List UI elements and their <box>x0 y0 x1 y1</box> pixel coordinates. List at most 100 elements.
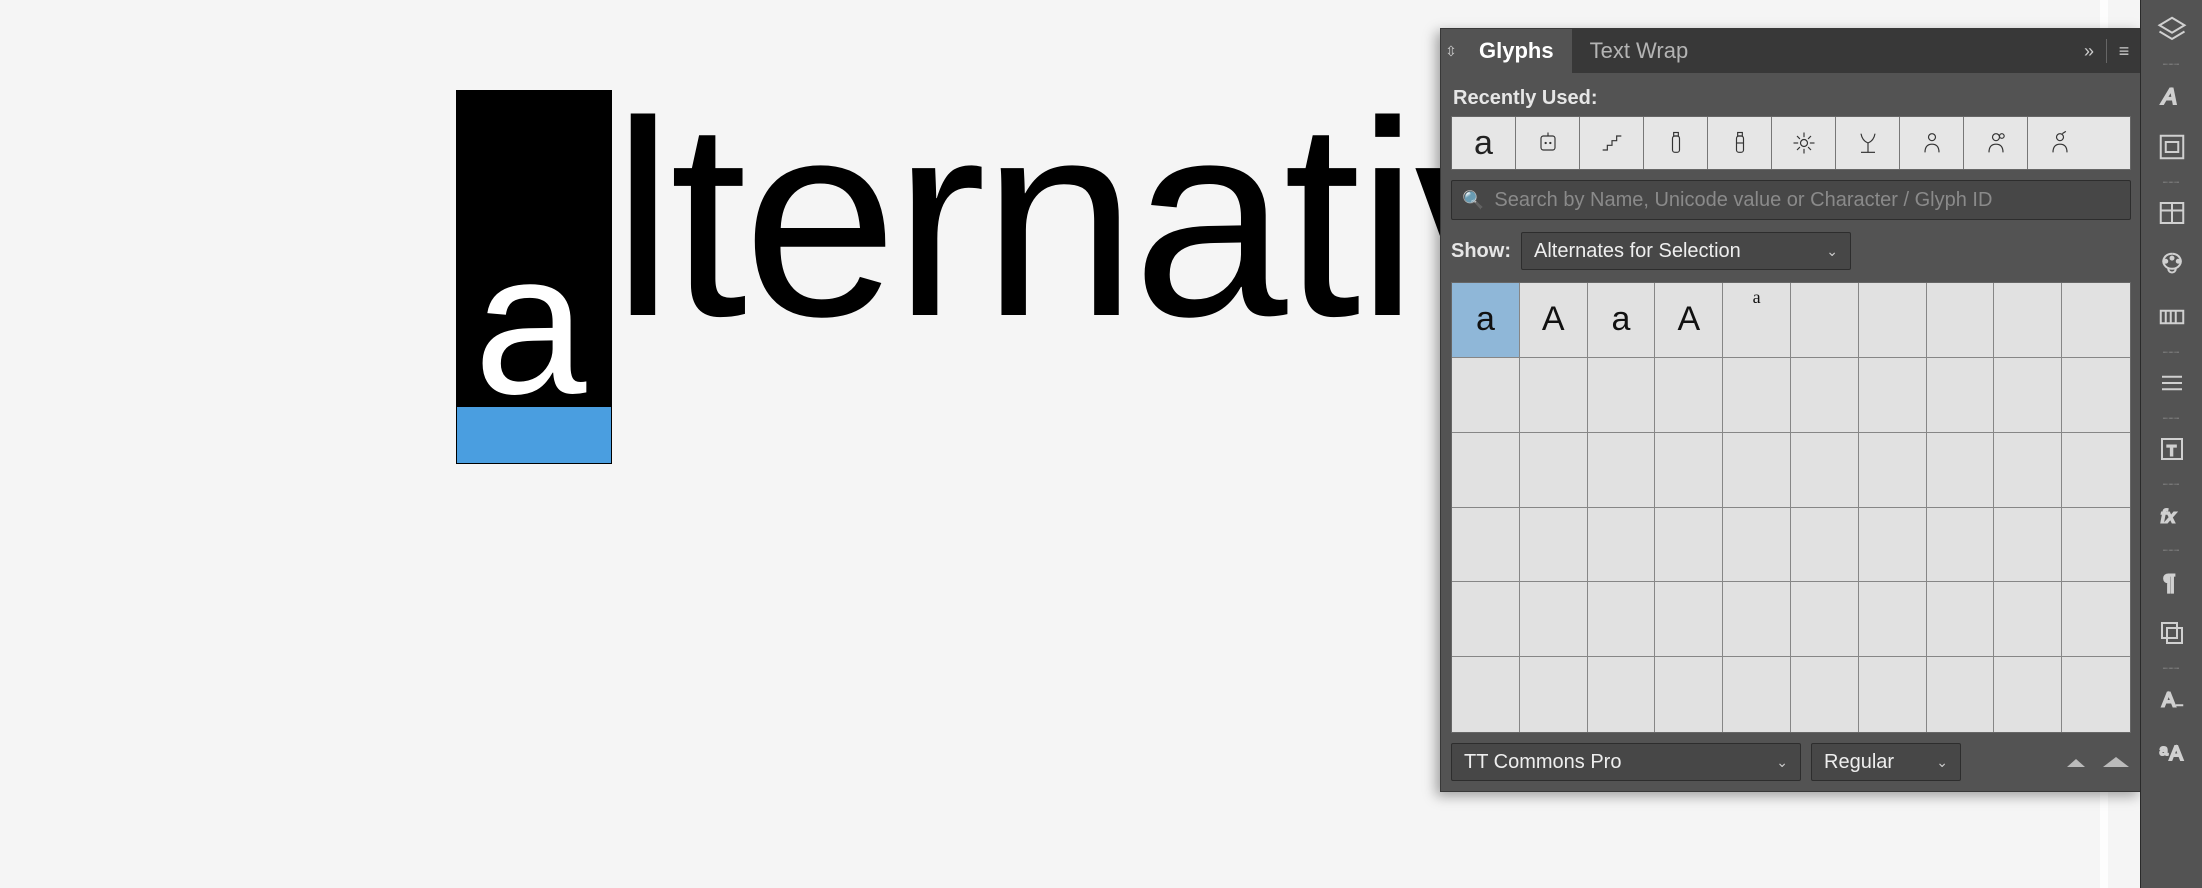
glyph-cell[interactable]: a <box>1723 283 1791 358</box>
text-frame-icon[interactable]: T <box>2147 424 2197 474</box>
panel-drag-handle-icon[interactable]: ⇳ <box>1441 29 1461 73</box>
text-object-main[interactable]: lternativ <box>612 80 1549 358</box>
glyph-cell[interactable] <box>1859 582 1927 657</box>
wrap-icon[interactable] <box>2147 122 2197 172</box>
glyph-cell[interactable]: A <box>1655 283 1723 358</box>
glyph-cell[interactable] <box>1452 582 1520 657</box>
recent-glyph-stairs-icon[interactable] <box>1580 117 1644 169</box>
glyph-cell[interactable] <box>1994 433 2062 508</box>
glyph-cell[interactable] <box>1723 433 1791 508</box>
collapse-panel-icon[interactable]: » <box>2072 29 2106 73</box>
glyph-cell[interactable]: a <box>1588 283 1656 358</box>
lines-icon[interactable] <box>2147 358 2197 408</box>
glyph-cell[interactable] <box>1520 508 1588 583</box>
glyph-cell[interactable] <box>1520 657 1588 732</box>
character-a-icon[interactable]: A <box>2147 70 2197 120</box>
glyph-cell[interactable] <box>1927 358 1995 433</box>
glyph-cell[interactable] <box>1520 582 1588 657</box>
layers-icon[interactable] <box>2147 4 2197 54</box>
glyph-cell[interactable] <box>1588 433 1656 508</box>
glyph-cell[interactable] <box>1791 582 1859 657</box>
glyph-cell[interactable] <box>1927 433 1995 508</box>
tab-glyphs[interactable]: Glyphs <box>1461 29 1572 73</box>
object-states-icon[interactable] <box>2147 608 2197 658</box>
svg-text:a: a <box>2159 742 2168 759</box>
glyph-cell[interactable] <box>1791 433 1859 508</box>
glyph-cell[interactable] <box>1588 657 1656 732</box>
glyph-cell[interactable] <box>1927 582 1995 657</box>
show-label: Show: <box>1451 240 1511 263</box>
recent-glyph-person2-icon[interactable] <box>1964 117 2028 169</box>
panel-menu-icon[interactable]: ≡ <box>2107 29 2141 73</box>
glyph-cell[interactable] <box>1791 508 1859 583</box>
glyph-cell[interactable] <box>1655 582 1723 657</box>
glyph-cell[interactable] <box>1520 358 1588 433</box>
glyph-cell[interactable] <box>2062 358 2130 433</box>
show-dropdown[interactable]: Alternates for Selection ⌄ <box>1521 232 1851 270</box>
recent-glyph-bottle-icon[interactable] <box>1644 117 1708 169</box>
tab-text-wrap[interactable]: Text Wrap <box>1572 29 1707 73</box>
zoom-in-icon[interactable] <box>2101 755 2131 769</box>
gradient-icon[interactable] <box>2147 292 2197 342</box>
glyph-cell[interactable] <box>1655 657 1723 732</box>
glyph-cell[interactable]: a <box>1452 283 1520 358</box>
char-style-icon[interactable]: A <box>2147 674 2197 724</box>
glyph-cell[interactable] <box>1994 283 2062 358</box>
glyph-cell[interactable] <box>1791 283 1859 358</box>
glyph-cell[interactable] <box>1791 358 1859 433</box>
glyph-cell[interactable] <box>1859 358 1927 433</box>
glyph-cell[interactable] <box>1723 657 1791 732</box>
glyph-cell[interactable] <box>1655 433 1723 508</box>
glyph-cell[interactable] <box>1723 508 1791 583</box>
glyph-cell[interactable] <box>1452 433 1520 508</box>
glyph-cell[interactable] <box>1994 358 2062 433</box>
zoom-out-icon[interactable] <box>2061 755 2091 769</box>
font-family-dropdown[interactable]: TT Commons Pro ⌄ <box>1451 743 1801 781</box>
glyph-cell[interactable] <box>1588 508 1656 583</box>
glyph-cell[interactable] <box>2062 433 2130 508</box>
glyph-cell[interactable] <box>1588 358 1656 433</box>
glyph-cell[interactable] <box>1994 657 2062 732</box>
glyph-cell[interactable] <box>1927 657 1995 732</box>
recent-glyph-robot-icon[interactable] <box>1516 117 1580 169</box>
para-style-icon[interactable]: aA <box>2147 726 2197 776</box>
glyph-cell[interactable] <box>1655 358 1723 433</box>
glyph-cell[interactable] <box>1859 433 1927 508</box>
glyph-cell[interactable] <box>1927 508 1995 583</box>
glyph-cell[interactable]: A <box>1520 283 1588 358</box>
tables-icon[interactable] <box>2147 188 2197 238</box>
font-style-dropdown[interactable]: Regular ⌄ <box>1811 743 1961 781</box>
glyph-cell[interactable] <box>1452 657 1520 732</box>
glyph-cell[interactable] <box>2062 657 2130 732</box>
recent-glyph-burst-icon[interactable] <box>1772 117 1836 169</box>
svg-text:fx: fx <box>2160 506 2175 527</box>
glyph-cell[interactable] <box>1723 358 1791 433</box>
glyphs-panel-body: Recently Used: a <box>1441 73 2141 791</box>
recent-glyph-a[interactable]: a <box>1452 117 1516 169</box>
glyph-cell[interactable] <box>1655 508 1723 583</box>
glyph-cell[interactable] <box>1520 433 1588 508</box>
recent-glyph-person3-icon[interactable] <box>2028 117 2092 169</box>
glyph-cell[interactable] <box>1994 582 2062 657</box>
glyph-cell[interactable] <box>2062 283 2130 358</box>
glyph-cell[interactable] <box>1588 582 1656 657</box>
dock-separator-icon: ┉┉┉ <box>2155 348 2189 354</box>
recent-glyph-plant-icon[interactable] <box>1836 117 1900 169</box>
swatches-icon[interactable] <box>2147 240 2197 290</box>
paragraph-icon[interactable]: ¶ <box>2147 556 2197 606</box>
glyph-cell[interactable] <box>1994 508 2062 583</box>
glyph-cell[interactable] <box>1859 657 1927 732</box>
fx-icon[interactable]: fx <box>2147 490 2197 540</box>
glyph-cell[interactable] <box>1723 582 1791 657</box>
glyph-cell[interactable] <box>1859 508 1927 583</box>
glyph-cell[interactable] <box>1927 283 1995 358</box>
glyph-cell[interactable] <box>1859 283 1927 358</box>
recent-glyph-bottle2-icon[interactable] <box>1708 117 1772 169</box>
recent-glyph-person-icon[interactable] <box>1900 117 1964 169</box>
glyph-search-input[interactable] <box>1494 189 2120 212</box>
glyph-cell[interactable] <box>1791 657 1859 732</box>
glyph-cell[interactable] <box>1452 358 1520 433</box>
glyph-cell[interactable] <box>2062 508 2130 583</box>
glyph-cell[interactable] <box>1452 508 1520 583</box>
glyph-cell[interactable] <box>2062 582 2130 657</box>
